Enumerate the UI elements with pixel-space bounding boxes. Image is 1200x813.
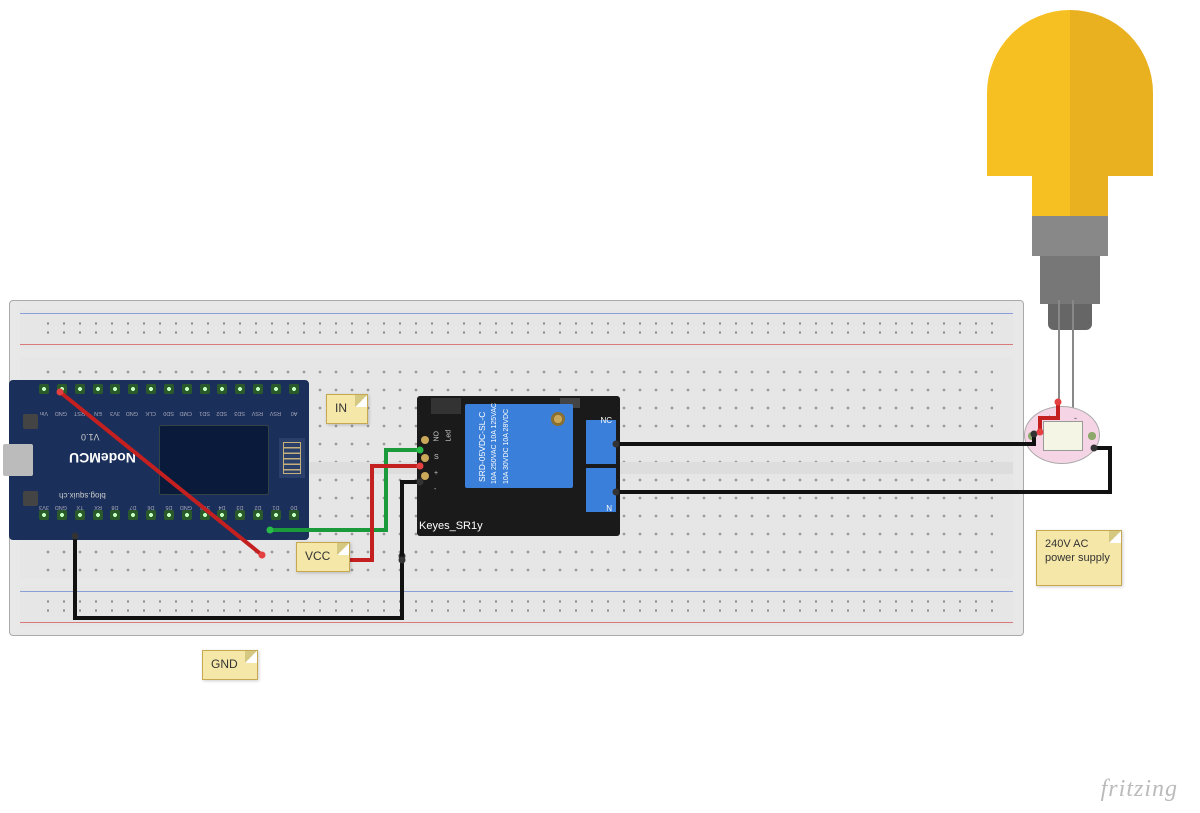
relay-rating-1: 10A 250VAC 10A 125VAC (491, 403, 498, 484)
relay-model-label: SRD-05VDC-SL-C (477, 412, 487, 482)
relay-nc-label: NC (600, 416, 612, 425)
relay-plus-label: + (434, 470, 438, 477)
relay-block: SRD-05VDC-SL-C 10A 250VAC 10A 125VAC 10A… (465, 404, 573, 488)
lilypad-connector: + - (1024, 406, 1100, 464)
relay-module-label: Keyes_SR1y (419, 520, 483, 532)
nodemcu-version-label: V1.0 (81, 432, 100, 442)
flash-button (23, 491, 38, 506)
note-240v-ac: 240V AC power supply (1036, 530, 1122, 586)
nodemcu-url-label: blog.squix.ch (59, 491, 106, 500)
relay-s-label: S (434, 454, 439, 461)
note-vcc: VCC (296, 542, 350, 572)
fritzing-watermark: fritzing (1101, 776, 1178, 803)
relay-n-label: N (606, 504, 612, 513)
relay-minus-label: - (434, 486, 436, 493)
note-in: IN (326, 394, 368, 424)
relay-rating-2: 10A 30VDC 10A 28VDC (503, 409, 510, 484)
relay-module: SRD-05VDC-SL-C 10A 250VAC 10A 125VAC 10A… (417, 396, 620, 536)
nodemcu-board: VinGNDRSTEN3V3GNDCLKSD0CMDSD1SD2SD3RSVRS… (9, 380, 309, 540)
lilypad-minus-label: - (1074, 413, 1077, 423)
relay-pin-s (421, 436, 429, 444)
relay-pin-minus (421, 472, 429, 480)
relay-terminal-block (586, 420, 616, 464)
nodemcu-name-label: NodeMCU (69, 450, 136, 466)
note-gnd: GND (202, 650, 258, 680)
relay-no-label: NO (434, 431, 441, 442)
usb-port-icon (3, 444, 33, 476)
light-bulb (982, 10, 1158, 260)
relay-led-label: Led (446, 430, 453, 442)
lilypad-plus-label: + (1047, 413, 1052, 423)
relay-pin-plus (421, 454, 429, 462)
wifi-antenna-icon (279, 438, 305, 478)
rst-button (23, 414, 38, 429)
esp8266-chip (159, 425, 269, 495)
